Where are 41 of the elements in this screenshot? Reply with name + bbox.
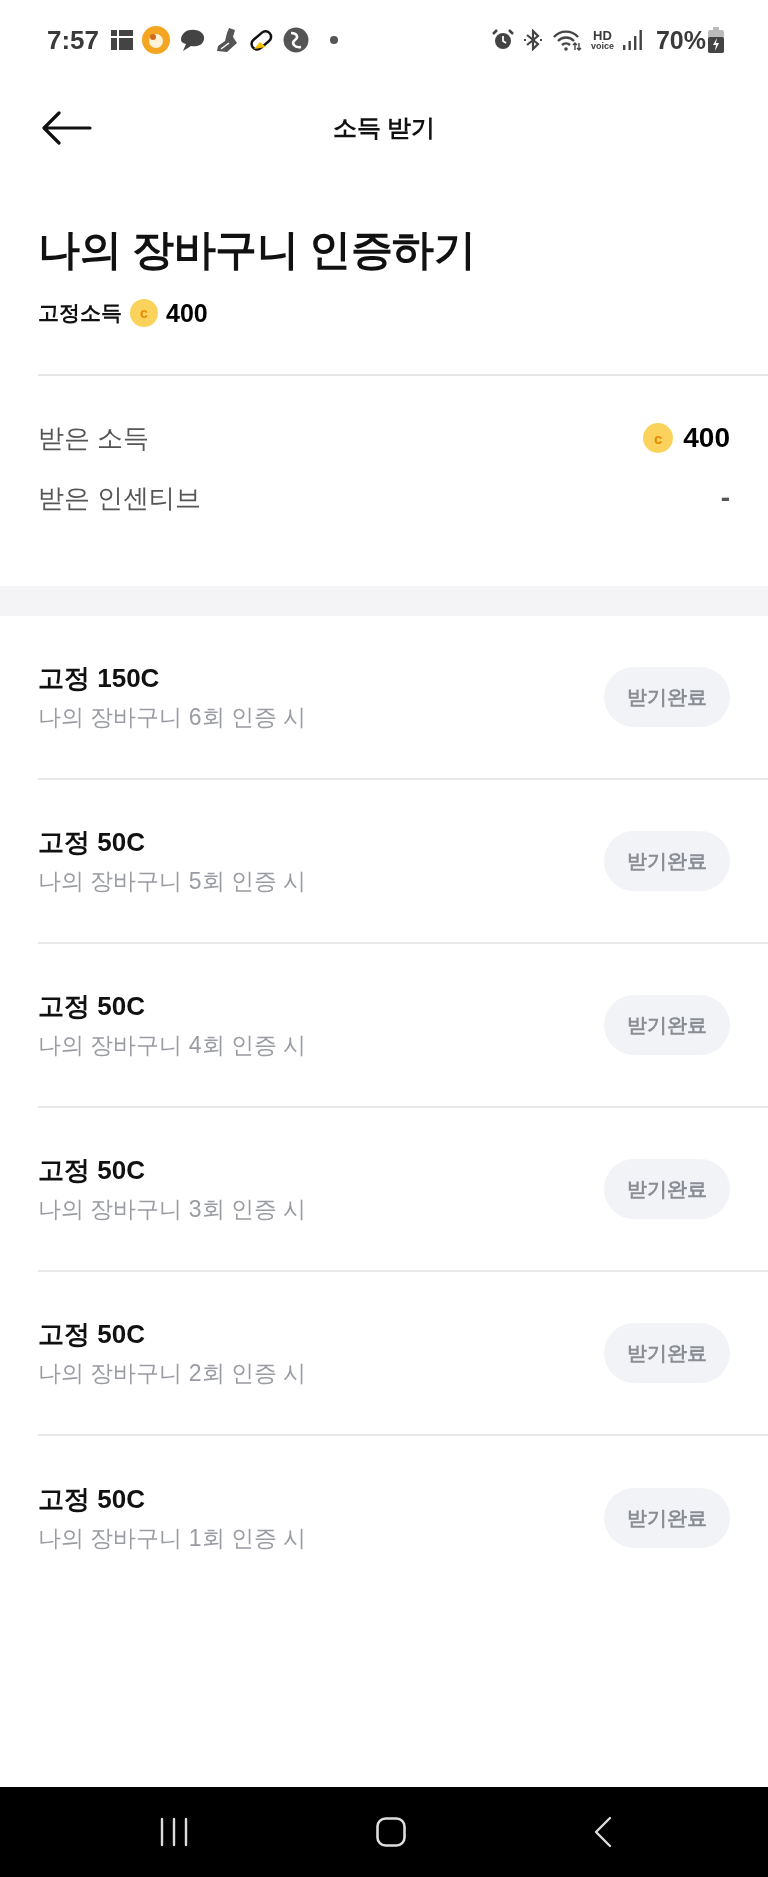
battery-percent: 70% xyxy=(655,25,706,55)
home-button[interactable] xyxy=(376,1817,406,1847)
status-time: 7:57 xyxy=(47,24,100,56)
reward-condition: 나의 장바구니 6회 인증 시 xyxy=(38,703,307,732)
reward-title: 고정 50C xyxy=(38,990,146,1022)
reward-title: 고정 50C xyxy=(38,1483,146,1515)
chat-bubble-icon xyxy=(179,28,207,52)
hd-label: HD xyxy=(593,29,612,42)
swirl-logo-icon xyxy=(283,27,310,53)
recent-apps-button[interactable] xyxy=(160,1817,188,1847)
reward-title: 고정 50C xyxy=(38,1154,146,1186)
battery-charging-icon xyxy=(708,27,724,53)
voice-label: voice xyxy=(590,42,614,51)
shoe-icon xyxy=(215,27,240,53)
reward-title: 고정 50C xyxy=(38,826,146,858)
app-icon xyxy=(142,26,171,54)
coin-icon: c xyxy=(130,299,158,327)
summary-value: - xyxy=(720,482,730,514)
reward-condition: 나의 장바구니 4회 인증 시 xyxy=(38,1031,307,1060)
summary-value: 400 xyxy=(683,422,730,454)
coin-icon: c xyxy=(643,423,674,453)
fixed-income-amount: 400 xyxy=(166,298,208,328)
summary-label: 받은 인센티브 xyxy=(38,481,202,515)
back-button[interactable] xyxy=(42,110,92,145)
reward-title: 고정 150C xyxy=(38,662,161,694)
bluetooth-icon xyxy=(522,29,543,51)
reward-condition: 나의 장바구니 5회 인증 시 xyxy=(38,867,307,896)
summary-label: 받은 소득 xyxy=(38,421,150,455)
reward-title: 고정 50C xyxy=(38,1318,146,1350)
grid-icon xyxy=(111,30,134,50)
alarm-icon xyxy=(491,29,514,51)
dot-icon xyxy=(330,36,339,44)
reward-condition: 나의 장바구니 2회 인증 시 xyxy=(38,1359,307,1388)
fixed-income-label: 고정소득 xyxy=(38,300,122,326)
page-title: 소득 받기 xyxy=(331,112,437,143)
reward-condition: 나의 장바구니 1회 인증 시 xyxy=(38,1524,307,1553)
wifi-icon xyxy=(551,29,582,51)
back-nav-button[interactable] xyxy=(594,1816,612,1848)
reward-condition: 나의 장바구니 3회 인증 시 xyxy=(38,1195,307,1224)
mission-title: 나의 장바구니 인증하기 xyxy=(38,225,477,275)
signal-icon xyxy=(622,30,643,50)
